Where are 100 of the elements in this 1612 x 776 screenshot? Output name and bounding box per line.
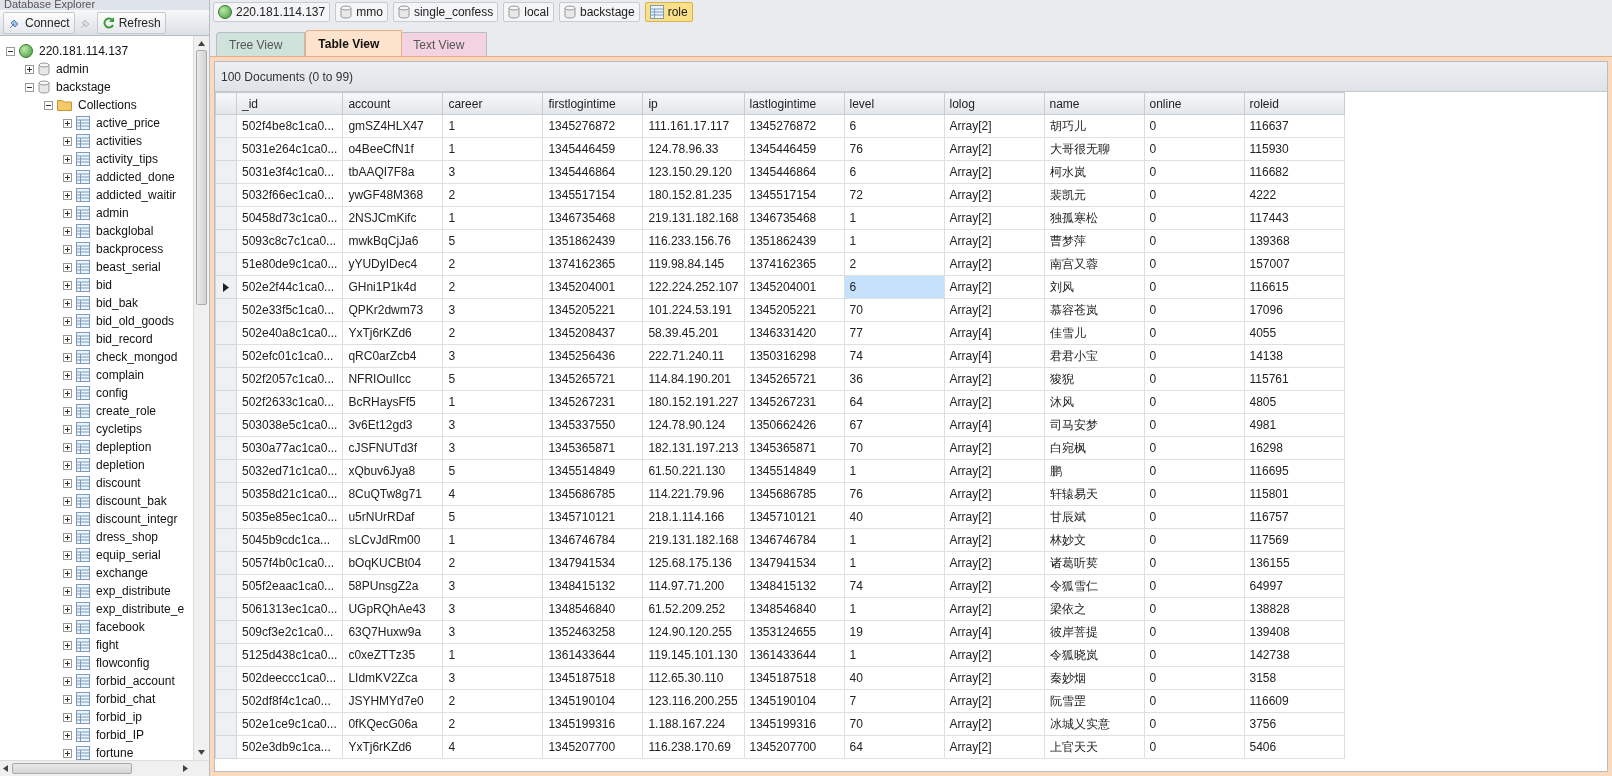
column-header[interactable]: _id — [236, 92, 343, 115]
tree-item[interactable]: flowconfig — [94, 654, 152, 672]
column-header[interactable]: firstlogintime — [542, 92, 643, 115]
expand-icon[interactable] — [63, 712, 72, 722]
tree-item[interactable]: forbid_ip — [94, 708, 145, 726]
tree-item[interactable]: forbid_IP — [94, 726, 147, 744]
expand-icon[interactable] — [63, 658, 72, 668]
tree-item[interactable]: active_price — [94, 114, 163, 132]
tree-item[interactable]: facebook — [94, 618, 147, 636]
expand-icon[interactable] — [63, 532, 72, 542]
expand-icon[interactable] — [63, 298, 72, 308]
tree-item[interactable]: bid_old_goods — [94, 312, 177, 330]
expand-icon[interactable] — [63, 424, 72, 434]
expand-icon[interactable] — [63, 622, 72, 632]
tree-item[interactable]: 220.181.114.137 — [37, 42, 131, 60]
tree-item[interactable]: create_role — [94, 402, 159, 420]
tree-item[interactable]: complain — [94, 366, 147, 384]
tree-item[interactable]: config — [94, 384, 131, 402]
expand-icon[interactable] — [63, 352, 72, 362]
horizontal-scrollbar[interactable] — [0, 760, 209, 776]
scroll-down-icon[interactable] — [198, 750, 205, 755]
column-header[interactable]: lolog — [944, 92, 1044, 115]
column-header[interactable]: online — [1144, 92, 1244, 115]
tree-item[interactable]: dress_shop — [94, 528, 161, 546]
expand-icon[interactable] — [63, 694, 72, 704]
tree-item[interactable]: exp_distribute_e — [94, 600, 187, 618]
column-header[interactable]: career — [442, 92, 543, 115]
tree-item[interactable]: backstage — [54, 78, 113, 96]
connect-button[interactable]: Connect — [3, 11, 75, 34]
expand-icon[interactable] — [63, 640, 72, 650]
expand-icon[interactable] — [63, 496, 72, 506]
expand-icon[interactable] — [63, 460, 72, 470]
tree-item[interactable]: admin — [54, 60, 91, 78]
collapse-icon[interactable] — [6, 46, 15, 56]
tree-item[interactable]: addicted_waitir — [94, 186, 179, 204]
expand-icon[interactable] — [63, 226, 72, 236]
tree-item[interactable]: depleption — [94, 438, 154, 456]
collapse-icon[interactable] — [44, 100, 53, 110]
expand-icon[interactable] — [25, 64, 34, 74]
row-header[interactable] — [215, 275, 237, 299]
breadcrumb-button[interactable]: single_confess — [392, 1, 499, 22]
expand-icon[interactable] — [63, 118, 72, 128]
tree-item[interactable]: bid — [94, 276, 114, 294]
breadcrumb-button[interactable]: 220.181.114.137 — [213, 1, 331, 22]
expand-icon[interactable] — [63, 334, 72, 344]
scroll-thumb[interactable] — [12, 763, 132, 774]
expand-icon[interactable] — [63, 550, 72, 560]
tree-item[interactable]: fight — [94, 636, 121, 654]
breadcrumb-button[interactable]: local — [503, 1, 554, 22]
tree-item[interactable]: depletion — [94, 456, 147, 474]
expand-icon[interactable] — [63, 604, 72, 614]
tree-item[interactable]: activity_tips — [94, 150, 161, 168]
tree-item[interactable]: admin — [94, 204, 131, 222]
column-header[interactable]: name — [1044, 92, 1144, 115]
tree-item[interactable]: beast_serial — [94, 258, 163, 276]
scroll-right-icon[interactable] — [183, 765, 188, 772]
expand-icon[interactable] — [63, 442, 72, 452]
expand-icon[interactable] — [63, 172, 72, 182]
tree-item[interactable]: bid_record — [94, 330, 155, 348]
expand-icon[interactable] — [63, 730, 72, 740]
tree-item[interactable]: Collections — [76, 96, 139, 114]
expand-icon[interactable] — [63, 316, 72, 326]
view-tab[interactable]: Tree View — [216, 32, 306, 56]
tree-item[interactable]: discount_integr — [94, 510, 180, 528]
column-header[interactable]: level — [844, 92, 944, 115]
tree-item[interactable]: fortune — [94, 744, 136, 760]
column-header[interactable]: ip — [642, 92, 744, 115]
breadcrumb-button[interactable]: role — [644, 1, 693, 22]
column-header[interactable]: roleid — [1244, 92, 1344, 115]
expand-icon[interactable] — [63, 190, 72, 200]
expand-icon[interactable] — [63, 748, 72, 758]
tree-item[interactable]: backprocess — [94, 240, 166, 258]
column-header[interactable]: account — [342, 92, 443, 115]
tree-item[interactable]: forbid_account — [94, 672, 177, 690]
scroll-up-icon[interactable] — [198, 41, 205, 46]
tree-item[interactable]: bid_bak — [94, 294, 141, 312]
tree-item[interactable]: backglobal — [94, 222, 156, 240]
tree-item[interactable]: check_mongod — [94, 348, 180, 366]
tree-item[interactable]: cycletips — [94, 420, 144, 438]
tree-item[interactable]: activities — [94, 132, 144, 150]
expand-icon[interactable] — [63, 154, 72, 164]
vertical-scrollbar[interactable] — [193, 36, 209, 760]
expand-icon[interactable] — [63, 262, 72, 272]
expand-icon[interactable] — [63, 406, 72, 416]
view-tab[interactable]: Table View — [305, 30, 403, 56]
view-tab[interactable]: Text View — [400, 32, 488, 56]
collapse-icon[interactable] — [25, 82, 34, 92]
tree-item[interactable]: discount — [94, 474, 143, 492]
tree-item[interactable]: forbid_chat — [94, 690, 158, 708]
expand-icon[interactable] — [63, 370, 72, 380]
breadcrumb-button[interactable]: mmo — [335, 1, 388, 22]
tree-item[interactable]: exp_distribute — [94, 582, 173, 600]
breadcrumb-button[interactable]: backstage — [558, 1, 640, 22]
tree-item[interactable]: discount_bak — [94, 492, 169, 510]
refresh-button[interactable]: Refresh — [96, 11, 166, 34]
tree-item[interactable]: exchange — [94, 564, 151, 582]
scroll-left-icon[interactable] — [3, 765, 8, 772]
scroll-thumb[interactable] — [196, 50, 207, 305]
expand-icon[interactable] — [63, 280, 72, 290]
tree-item[interactable]: addicted_done — [94, 168, 177, 186]
